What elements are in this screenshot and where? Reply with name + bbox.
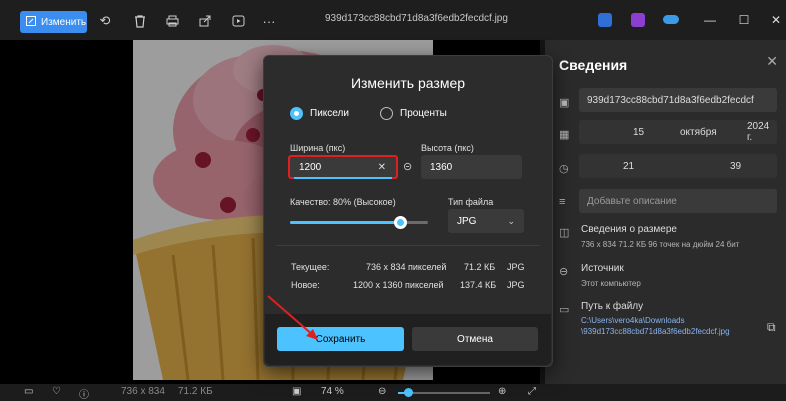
photos-app-window: Изменить ⟲ ··· 939d173cc88cbd71d8a3f6edb… — [0, 0, 786, 401]
annotation-arrow — [267, 295, 318, 340]
